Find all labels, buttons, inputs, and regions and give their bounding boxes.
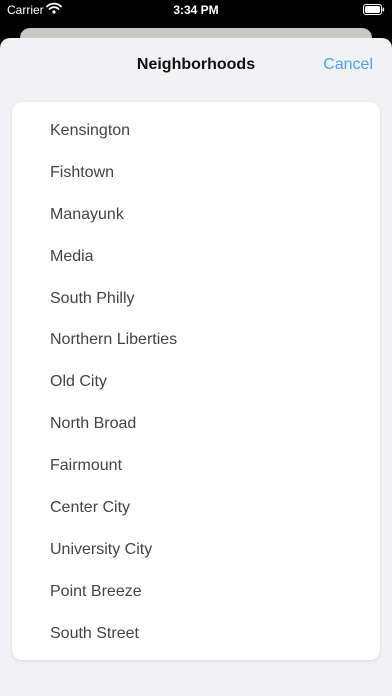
battery-icon	[363, 4, 385, 18]
list-item[interactable]: University City	[12, 529, 380, 571]
neighborhoods-sheet: Neighborhoods Cancel Kensington Fishtown…	[0, 38, 392, 696]
neighborhood-list-card: Kensington Fishtown Manayunk Media South…	[12, 102, 380, 660]
list-item[interactable]: Point Breeze	[12, 571, 380, 613]
list-item[interactable]: Old City	[12, 361, 380, 403]
list-item[interactable]: Northern Liberties	[12, 319, 380, 361]
cancel-button[interactable]: Cancel	[323, 56, 373, 74]
list-item[interactable]: Center City	[12, 487, 380, 529]
list-item[interactable]: Media	[12, 236, 380, 278]
neighborhood-list: Kensington Fishtown Manayunk Media South…	[12, 102, 380, 655]
list-item[interactable]: Manayunk	[12, 194, 380, 236]
list-item[interactable]: North Broad	[12, 403, 380, 445]
list-item[interactable]: Fishtown	[12, 152, 380, 194]
list-item[interactable]: Fairmount	[12, 445, 380, 487]
status-bar: Carrier 3:34 PM	[0, 0, 392, 20]
list-item[interactable]: Kensington	[12, 110, 380, 152]
list-item[interactable]: South Philly	[12, 278, 380, 320]
list-item[interactable]: South Street	[12, 613, 380, 655]
status-time: 3:34 PM	[173, 3, 219, 17]
